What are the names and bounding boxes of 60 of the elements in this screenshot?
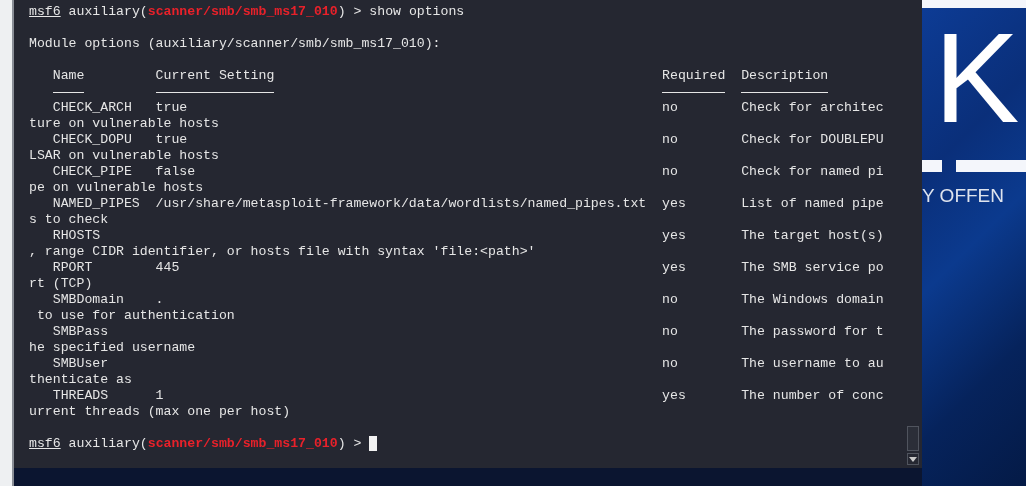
wallpaper-bar	[922, 160, 942, 172]
option-value: 445	[155, 260, 180, 275]
column-header: Description	[741, 68, 829, 83]
description-continuation: urrent threads (max one per host)	[29, 404, 291, 419]
option-value: false	[155, 164, 196, 179]
option-description: The number of conc	[741, 388, 884, 403]
description-continuation: rt (TCP)	[29, 276, 93, 291]
option-name: RPORT	[52, 260, 93, 275]
option-value: .	[155, 292, 164, 307]
section-heading: Module options (auxiliary/scanner/smb/smb_ms17_010):	[29, 36, 441, 51]
option-required: yes	[662, 260, 686, 275]
prompt-line: msf6 auxiliary(scanner/smb/smb_ms17_010) > show options	[29, 4, 465, 19]
description-continuation: to use for authentication	[35, 308, 235, 323]
option-description: List of named pipe	[741, 196, 884, 211]
option-name: CHECK_ARCH	[52, 100, 132, 115]
description-continuation: , range CIDR identifier, or hosts file with syntax 'file:<path>'	[29, 244, 536, 259]
description-continuation: LSAR on vulnerable hosts	[29, 148, 219, 163]
option-name: SMBUser	[52, 356, 109, 371]
option-value: 1	[155, 388, 164, 403]
option-required: no	[662, 292, 678, 307]
scrollbar-thumb	[907, 426, 919, 451]
option-description: Check for DOUBLEPU	[741, 132, 884, 147]
option-required: no	[662, 324, 678, 339]
option-name: RHOSTS	[52, 228, 101, 243]
logo-letter: K	[934, 14, 1021, 142]
option-value: true	[155, 132, 188, 147]
option-description: Check for architec	[741, 100, 884, 115]
option-name: SMBPass	[52, 324, 109, 339]
description-continuation: ture on vulnerable hosts	[29, 116, 219, 131]
option-required: no	[662, 356, 678, 371]
column-header: Name	[52, 68, 85, 83]
option-value: /usr/share/metasploit-framework/data/wordlists/named_pipes.txt	[155, 196, 647, 211]
logo-tagline: Y OFFEN	[922, 184, 1005, 208]
option-description: The SMB service po	[741, 260, 884, 275]
option-required: yes	[662, 196, 686, 211]
option-description: The password for t	[741, 324, 884, 339]
option-required: no	[662, 132, 678, 147]
option-description: The username to au	[741, 356, 884, 371]
option-description: The Windows domain	[741, 292, 884, 307]
description-continuation: thenticate as	[29, 372, 132, 387]
option-name: CHECK_DOPU	[52, 132, 132, 147]
scroll-down-arrow-icon[interactable]	[907, 453, 919, 465]
option-name: NAMED_PIPES	[52, 196, 140, 211]
option-description: The target host(s)	[741, 228, 884, 243]
column-header: Current Setting	[155, 68, 275, 83]
wallpaper-bar	[956, 160, 1026, 172]
option-value: true	[155, 100, 188, 115]
description-continuation: he specified username	[29, 340, 196, 355]
description-continuation: pe on vulnerable hosts	[29, 180, 204, 195]
column-header: Required	[662, 68, 726, 83]
option-name: CHECK_PIPE	[52, 164, 132, 179]
prompt-line: msf6 auxiliary(scanner/smb/smb_ms17_010) >	[29, 436, 363, 451]
option-name: THREADS	[52, 388, 109, 403]
option-description: Check for named pi	[741, 164, 884, 179]
option-required: no	[662, 100, 678, 115]
option-required: no	[662, 164, 678, 179]
option-required: yes	[662, 388, 686, 403]
description-continuation: s to check	[29, 212, 109, 227]
option-name: SMBDomain	[52, 292, 124, 307]
option-required: yes	[662, 228, 686, 243]
